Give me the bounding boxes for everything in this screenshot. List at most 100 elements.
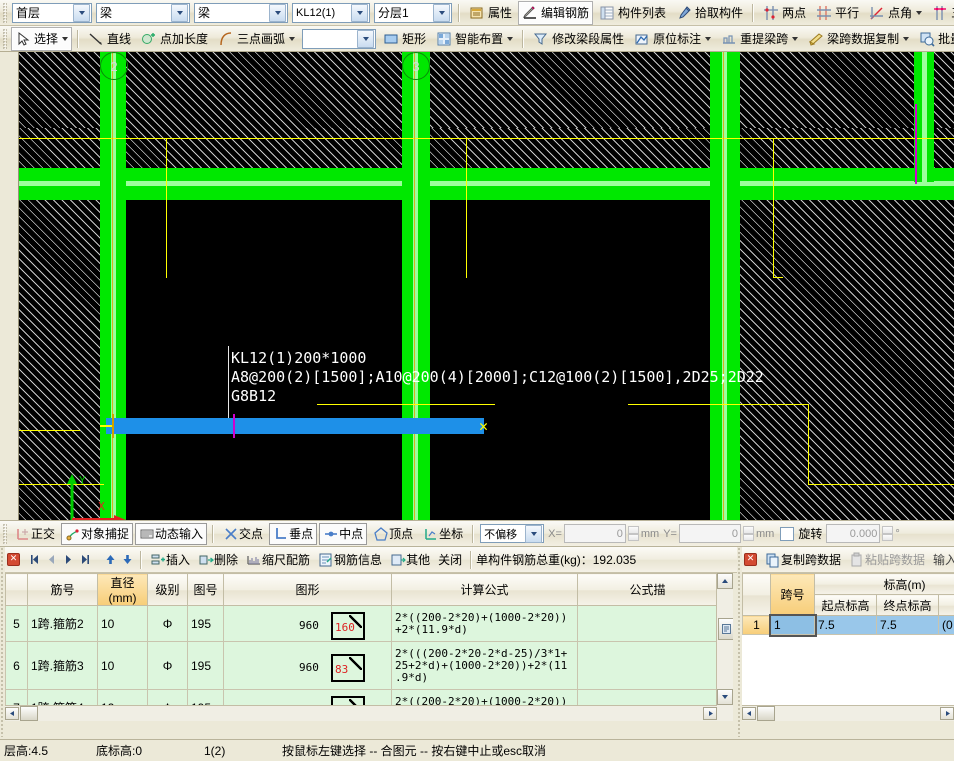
y-offset-stepper[interactable] (743, 526, 754, 541)
batch-recognize-button[interactable]: 批量识 (915, 27, 954, 51)
rectangle-button[interactable]: 矩形 (379, 27, 430, 51)
scroll-left-button[interactable] (5, 707, 19, 720)
type-select[interactable]: 梁 (194, 3, 288, 23)
pick-component-button[interactable]: 拾取构件 (672, 1, 747, 25)
scroll-up-button[interactable] (717, 573, 733, 589)
chevron-down-icon[interactable] (433, 4, 450, 22)
toolbar-grip[interactable] (3, 3, 7, 23)
scroll-thumb-horizontal[interactable] (757, 706, 775, 721)
point-length-button[interactable]: 点加长度 (137, 27, 212, 51)
rebar-col-diameter[interactable]: 直径(mm) (98, 574, 148, 606)
select-button[interactable]: 选择 (11, 27, 72, 51)
rebar-col-desc[interactable]: 公式描 (578, 574, 718, 606)
chevron-down-icon[interactable] (269, 4, 286, 22)
rebar-col-name[interactable]: 筋号 (28, 574, 98, 606)
rebar-formula[interactable]: 2*(((200-2*20-2*d-25)/3*1+ 25+2*d)+(1000… (392, 642, 578, 690)
ortho-toggle[interactable]: 正交 (11, 523, 59, 545)
perpendicular-snap[interactable]: 垂点 (269, 523, 317, 545)
other-button[interactable]: 其他 (387, 550, 433, 570)
object-snap-toggle[interactable]: 对象捕捉 (61, 523, 133, 545)
close-icon[interactable]: ✕ (744, 553, 757, 566)
rebar-col-figno[interactable]: 图号 (188, 574, 224, 606)
component-select[interactable]: KL12(1) (292, 3, 370, 23)
next-record-button[interactable] (61, 552, 76, 567)
y-offset-input[interactable]: 0 (679, 524, 741, 543)
span-number-cell[interactable]: 1 (771, 616, 815, 635)
rebar-grade[interactable]: Φ (148, 606, 188, 642)
three-point-arc-button[interactable]: 三点画弧 (214, 27, 299, 51)
rebar-col-shape[interactable]: 图形 (224, 574, 392, 606)
rebar-name[interactable]: 1跨.箍筋3 (28, 642, 98, 690)
span-extra-cell[interactable]: (0 (939, 616, 954, 635)
axis-bubble-top-mid[interactable]: 3 (402, 52, 430, 80)
beam-vertical-axis5[interactable] (914, 52, 934, 182)
chevron-down-icon[interactable] (792, 37, 798, 41)
start-elevation-cell[interactable]: 7.5 (815, 616, 877, 635)
rebar-shape-cell[interactable]: 960 160 (224, 606, 392, 642)
rebar-figno[interactable]: 195 (188, 606, 224, 642)
chevron-down-icon[interactable] (903, 37, 909, 41)
cad-drawing-area[interactable]: 2 3 3 2 Y X KL12(1)200*1000 A8@200(2)[15… (0, 52, 954, 520)
beam-vertical-axis4[interactable] (710, 52, 740, 520)
offset-mode-select[interactable]: 不偏移 (480, 524, 544, 543)
span-col-number[interactable]: 跨号 (771, 574, 815, 616)
span-col-start-elev[interactable]: 起点标高 (815, 595, 877, 616)
prev-record-button[interactable] (44, 552, 59, 567)
beam-vertical-axis3[interactable] (402, 52, 430, 520)
delete-button[interactable]: 删除 (195, 550, 241, 570)
scroll-down-button[interactable] (717, 689, 733, 705)
toolbar-grip[interactable] (3, 524, 7, 544)
toolbar-grip[interactable] (3, 29, 7, 49)
scroll-left-button[interactable] (742, 707, 756, 720)
span-col-end-elev[interactable]: 终点标高 (877, 595, 939, 616)
span-col-extra[interactable] (939, 595, 954, 616)
rebar-name[interactable]: 1跨.箍筋2 (28, 606, 98, 642)
last-record-button[interactable] (78, 552, 93, 567)
rotate-input[interactable]: 0.000 (826, 524, 880, 543)
span-table-container[interactable]: 跨号 标高(m) 起点标高 终点标高 1 1 7.5 (742, 573, 954, 721)
move-up-button[interactable] (103, 552, 118, 567)
layer-select[interactable]: 分层1 (374, 3, 452, 23)
table-row[interactable]: 1 1 7.5 7.5 (0 (743, 616, 954, 635)
rebar-vertical-scrollbar[interactable] (716, 573, 733, 721)
midpoint-snap[interactable]: 中点 (319, 523, 367, 545)
floor-select[interactable]: 首层 (12, 3, 92, 23)
edit-rebar-button[interactable]: 编辑钢筋 (518, 1, 593, 25)
beam-horizontal-top[interactable] (18, 168, 954, 200)
table-row[interactable]: 5 1跨.箍筋2 10 Φ 195 960 160 (6, 606, 718, 642)
rotate-stepper[interactable] (882, 526, 893, 541)
smart-layout-button[interactable]: 智能布置 (432, 27, 517, 51)
rebar-grade[interactable]: Φ (148, 642, 188, 690)
chevron-down-icon[interactable] (507, 37, 513, 41)
rebar-horizontal-scrollbar[interactable] (5, 705, 717, 721)
close-icon[interactable]: ✕ (7, 553, 20, 566)
copy-span-data-panel-button[interactable]: 复制跨数据 (762, 550, 844, 570)
insert-button[interactable]: 插入 (147, 550, 193, 570)
rebar-info-button[interactable]: 钢筋信息 (315, 550, 385, 570)
axis-bubble-top-left[interactable]: 2 (100, 52, 128, 80)
component-list-button[interactable]: 构件列表 (595, 1, 670, 25)
parallel-button[interactable]: 平行 (812, 1, 863, 25)
close-panel-button[interactable]: 关闭 (435, 550, 465, 570)
chevron-down-icon[interactable] (705, 37, 711, 41)
rebar-desc[interactable] (578, 642, 718, 690)
scale-rebar-button[interactable]: 缩尺配筋 (243, 550, 313, 570)
vertex-snap[interactable]: 顶点 (369, 523, 417, 545)
chevron-down-icon[interactable] (171, 4, 188, 22)
x-offset-stepper[interactable] (628, 526, 639, 541)
rebar-formula[interactable]: 2*((200-2*20)+(1000-2*20)) +2*(11.9*d) (392, 606, 578, 642)
table-row[interactable]: 6 1跨.箍筋3 10 Φ 195 960 83 (6, 642, 718, 690)
first-record-button[interactable] (27, 552, 42, 567)
scroll-thumb[interactable] (718, 618, 733, 640)
rebar-desc[interactable] (578, 606, 718, 642)
dynamic-input-toggle[interactable]: 动态输入 (135, 523, 207, 545)
chevron-down-icon[interactable] (357, 30, 374, 48)
properties-button[interactable]: 属性 (465, 1, 516, 25)
line-button[interactable]: 直线 (84, 27, 135, 51)
modify-beam-segment-button[interactable]: 修改梁段属性 (529, 27, 628, 51)
chevron-down-icon[interactable] (62, 37, 68, 41)
rebar-figno[interactable]: 195 (188, 642, 224, 690)
copy-span-data-button[interactable]: 梁跨数据复制 (804, 27, 913, 51)
point-angle-button[interactable]: 点角 (865, 1, 926, 25)
rebar-diameter[interactable]: 10 (98, 606, 148, 642)
